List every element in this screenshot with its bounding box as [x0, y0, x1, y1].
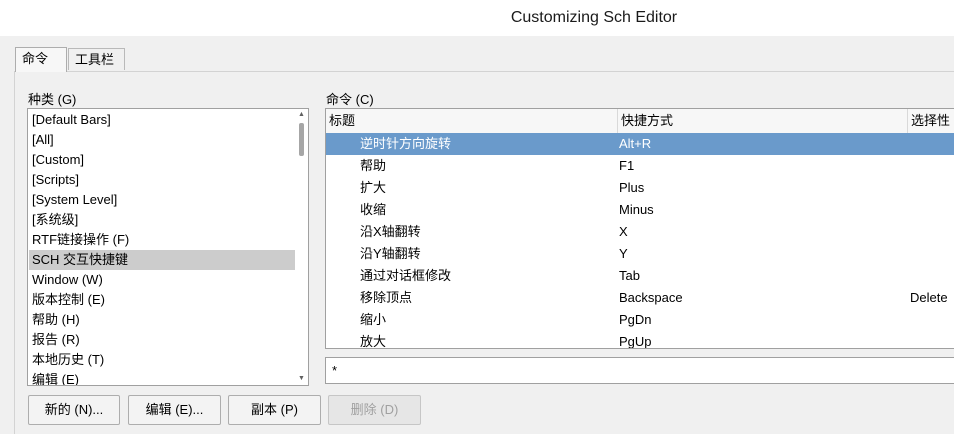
column-header-title[interactable]: 标题 [326, 109, 618, 133]
command-title: 沿Y轴翻转 [360, 246, 421, 261]
command-row[interactable]: 收缩 Minus [326, 199, 954, 221]
category-item[interactable]: [Custom] [29, 150, 295, 170]
command-row[interactable]: 沿X轴翻转 X [326, 221, 954, 243]
grid-header: 标题 快捷方式 选择性 [326, 109, 954, 134]
category-item[interactable]: 本地历史 (T) [29, 350, 295, 370]
command-row-selected[interactable]: 逆时针方向旋转 Alt+R [326, 133, 954, 155]
category-item[interactable]: 版本控制 (E) [29, 290, 295, 310]
category-item[interactable]: 报告 (R) [29, 330, 295, 350]
scroll-thumb[interactable] [299, 123, 304, 156]
column-header-shortcut[interactable]: 快捷方式 [618, 109, 908, 133]
command-row[interactable]: 通过对话框修改 Tab [326, 265, 954, 287]
command-title: 通过对话框修改 [360, 268, 452, 283]
tab-toolbars[interactable]: 工具栏 [68, 48, 125, 70]
command-title: 缩小 [360, 312, 387, 327]
commands-grid[interactable]: 标题 快捷方式 选择性 逆时针方向旋转 Alt+R 帮助 F1 扩大 Plus … [325, 108, 954, 349]
categories-scrollbar[interactable]: ▲ ▼ [295, 109, 308, 385]
category-item[interactable]: 编辑 (E) [29, 370, 295, 385]
command-row[interactable]: 沿Y轴翻转 Y [326, 243, 954, 265]
command-shortcut: X [619, 224, 628, 239]
tab-commands[interactable]: 命令 [15, 47, 67, 72]
categories-listbox[interactable]: [Default Bars] [All] [Custom] [Scripts] … [27, 108, 309, 386]
command-shortcut: Backspace [619, 290, 683, 305]
category-item[interactable]: [System Level] [29, 190, 295, 210]
category-item-selected[interactable]: SCH 交互快捷键 [29, 250, 295, 270]
commands-label: 命令 (C) [326, 92, 374, 107]
command-shortcut: Plus [619, 180, 645, 195]
command-shortcut: Tab [619, 268, 640, 283]
command-alt-shortcut: Delete [910, 290, 948, 305]
command-shortcut: Y [619, 246, 628, 261]
category-item[interactable]: [All] [29, 130, 295, 150]
command-title: 帮助 [360, 158, 387, 173]
category-item[interactable]: [Scripts] [29, 170, 295, 190]
command-row[interactable]: 放大 PgUp [326, 331, 954, 349]
command-title: 放大 [360, 334, 387, 349]
copy-button[interactable]: 副本 (P) [228, 395, 321, 425]
window-title: Customizing Sch Editor [510, 9, 678, 26]
category-item[interactable]: RTF链接操作 (F) [29, 230, 295, 250]
command-title: 沿X轴翻转 [360, 224, 421, 239]
command-filter-input[interactable]: * [325, 357, 954, 384]
command-shortcut: PgUp [619, 334, 652, 349]
category-item[interactable]: Window (W) [29, 270, 295, 290]
category-item[interactable]: [Default Bars] [29, 110, 295, 130]
command-shortcut: Alt+R [619, 136, 652, 151]
command-shortcut: Minus [619, 202, 654, 217]
customizing-dialog: Customizing Sch Editor 命令 工具栏 种类 (G) [De… [0, 0, 954, 434]
new-button[interactable]: 新的 (N)... [28, 395, 120, 425]
category-item[interactable]: [系统级] [29, 210, 295, 230]
column-header-alternative[interactable]: 选择性 [908, 109, 954, 133]
scroll-down-icon[interactable]: ▼ [295, 373, 308, 385]
edit-button[interactable]: 编辑 (E)... [128, 395, 221, 425]
command-row[interactable]: 移除顶点 Backspace Delete [326, 287, 954, 309]
command-row[interactable]: 扩大 Plus [326, 177, 954, 199]
title-bar: Customizing Sch Editor [0, 0, 954, 36]
scroll-up-icon[interactable]: ▲ [295, 109, 308, 121]
delete-button[interactable]: 删除 (D) [328, 395, 421, 425]
command-row[interactable]: 缩小 PgDn [326, 309, 954, 331]
category-item[interactable]: 帮助 (H) [29, 310, 295, 330]
categories-label: 种类 (G) [28, 92, 77, 107]
command-shortcut: PgDn [619, 312, 652, 327]
command-title: 移除顶点 [360, 290, 413, 305]
command-row[interactable]: 帮助 F1 [326, 155, 954, 177]
command-title: 收缩 [360, 202, 387, 217]
command-title: 逆时针方向旋转 [360, 136, 452, 151]
command-shortcut: F1 [619, 158, 635, 173]
command-title: 扩大 [360, 180, 387, 195]
